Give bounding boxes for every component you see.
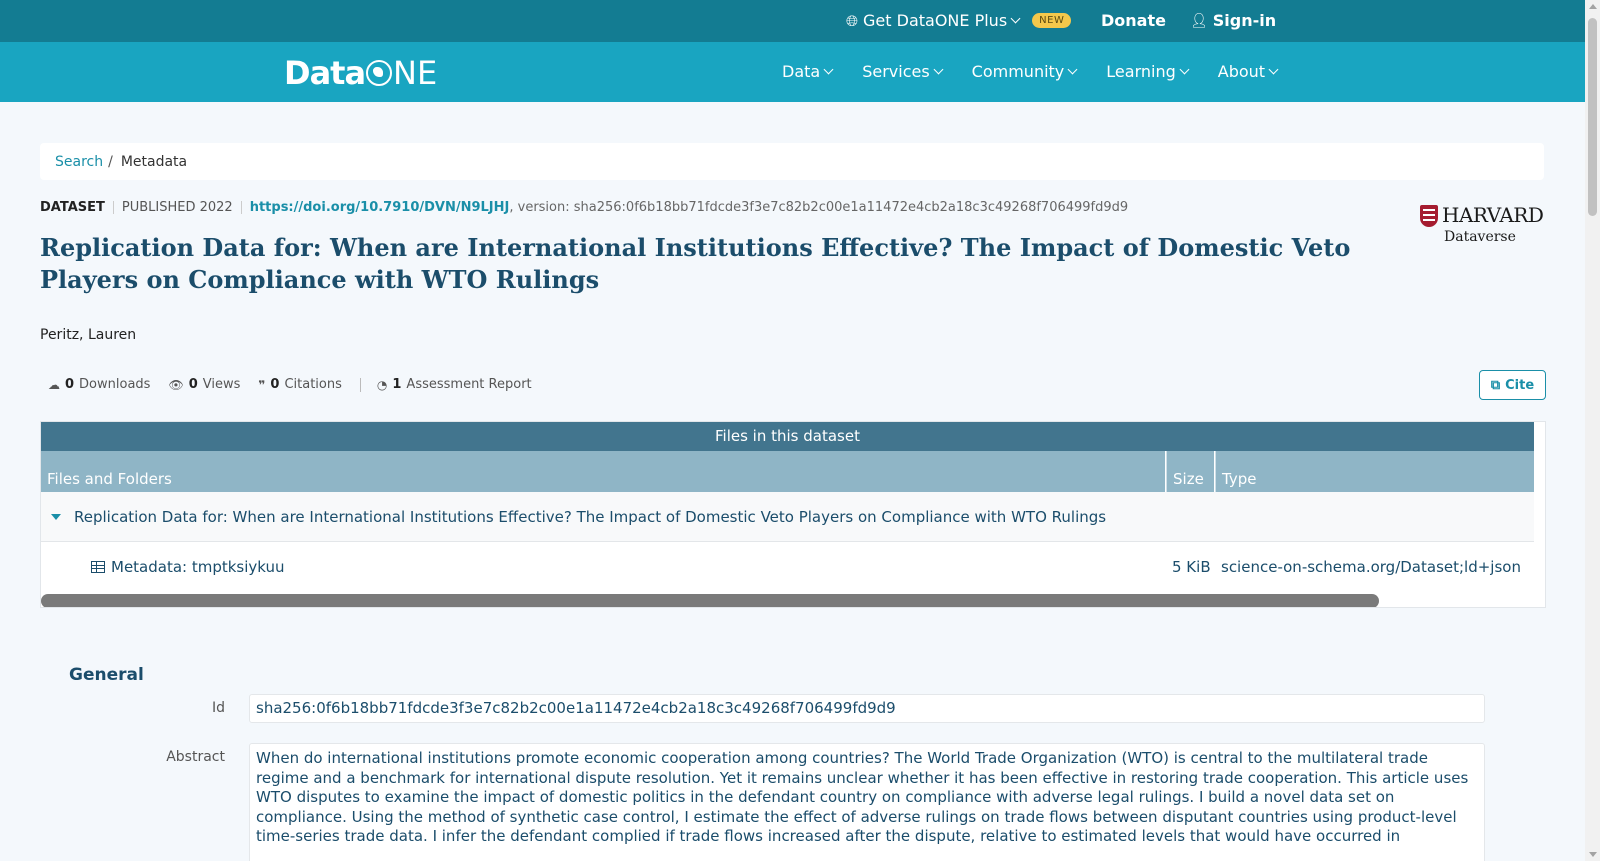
file-name-cell[interactable]: Metadata: tmptksiykuu <box>91 558 285 576</box>
downloads-label: Downloads <box>79 377 151 392</box>
logo-text-data: Data <box>284 54 366 92</box>
column-header-files[interactable]: Files and Folders <box>41 451 1165 492</box>
chevron-down-icon <box>1067 64 1078 75</box>
globe-icon: 🌐︎ <box>846 11 859 30</box>
views-label: Views <box>202 377 241 392</box>
get-plus-label: Get DataONE Plus <box>863 11 1008 30</box>
published-label: PUBLISHED 2022 <box>121 200 233 215</box>
chevron-down-icon <box>933 64 944 75</box>
breadcrumb: Search / Metadata <box>40 143 1544 180</box>
chevron-down-icon <box>1010 13 1021 24</box>
id-value: sha256:0f6b18bb71fdcde3f3e7c82b2c00e1a11… <box>249 694 1485 723</box>
copy-icon: ⧉ <box>1490 377 1501 393</box>
nav-services-label: Services <box>862 62 930 81</box>
cloud-download-icon: ☁︎ <box>48 377 60 392</box>
file-size: 5 KiB <box>1172 558 1211 576</box>
eye-icon: 👁︎ <box>168 377 184 392</box>
get-plus-menu[interactable]: 🌐︎ Get DataONE Plus NEW <box>846 11 1072 30</box>
table-icon <box>91 561 105 573</box>
file-type: science-on-schema.org/Dataset;ld+json <box>1221 558 1521 576</box>
files-table: Files in this dataset Files and Folders … <box>40 421 1546 608</box>
page-scrollbar[interactable] <box>1585 0 1600 861</box>
cite-label: Cite <box>1505 377 1535 393</box>
chevron-down-icon <box>823 64 834 75</box>
new-badge: NEW <box>1032 13 1072 28</box>
donate-link[interactable]: Donate <box>1101 11 1166 30</box>
column-header-type[interactable]: Type <box>1215 451 1534 492</box>
doi-link[interactable]: https://doi.org/10.7910/DVN/N9LJHJ <box>250 200 510 215</box>
caret-down-icon[interactable] <box>51 513 61 520</box>
horizontal-scrollbar-thumb[interactable] <box>41 594 1379 607</box>
file-name: Metadata: tmptksiykuu <box>111 558 285 576</box>
nav-data[interactable]: Data <box>782 62 834 81</box>
dataone-logo[interactable]: Data NE <box>284 54 437 92</box>
column-header-size[interactable]: Size <box>1166 451 1214 492</box>
chevron-down-icon <box>1268 64 1279 75</box>
sign-in-label: Sign-in <box>1212 11 1277 30</box>
quote-icon: ❞ <box>258 377 266 392</box>
nav-community-label: Community <box>971 62 1065 81</box>
assessment-label: Assessment Report <box>406 377 532 392</box>
nav-links: Data Services Community Learning About <box>782 62 1307 81</box>
nav-about[interactable]: About <box>1217 62 1279 81</box>
version-text: , version: sha256:0f6b18bb71fdcde3f3e7c8… <box>509 200 1129 215</box>
id-label: Id <box>211 700 225 716</box>
logo-globe-icon <box>366 60 393 86</box>
assessment-report-link[interactable]: ◔ 1 Assessment Report <box>377 377 532 392</box>
breadcrumb-current: Metadata <box>120 153 188 170</box>
downloads-stat: ☁︎ 0 Downloads <box>48 377 150 392</box>
nav-services[interactable]: Services <box>862 62 944 81</box>
divider <box>112 201 114 214</box>
assessment-count: 1 <box>392 377 402 392</box>
nav-community[interactable]: Community <box>971 62 1078 81</box>
views-stat: 👁︎ 0 Views <box>168 377 240 392</box>
nav-learning[interactable]: Learning <box>1106 62 1190 81</box>
nav-about-label: About <box>1217 62 1266 81</box>
cite-button[interactable]: ⧉ Cite <box>1479 370 1546 400</box>
dataset-title: Replication Data for: When are Internati… <box>40 233 1351 294</box>
top-utility-bar: 🌐︎ Get DataONE Plus NEW Donate 👤︎ Sign-i… <box>0 0 1585 42</box>
dataset-type-label: DATASET <box>40 200 105 215</box>
citations-count: 0 <box>270 377 280 392</box>
dataset-meta-line: DATASET PUBLISHED 2022 https://doi.org/1… <box>40 200 1128 215</box>
dataset-author[interactable]: Peritz, Lauren <box>40 327 136 343</box>
scroll-down-arrow-icon[interactable] <box>1589 852 1597 857</box>
folder-name: Replication Data for: When are Internati… <box>74 507 1107 526</box>
chevron-down-icon <box>1179 64 1190 75</box>
repository-name: HARVARD <box>1442 203 1544 227</box>
divider <box>359 377 361 392</box>
files-table-title: Files in this dataset <box>41 422 1534 451</box>
repository-sub: Dataverse <box>1444 229 1516 245</box>
breadcrumb-separator: / <box>108 153 113 170</box>
main-navbar: Data NE Data Services Community Learning… <box>0 42 1585 102</box>
scrollbar-thumb[interactable] <box>1588 18 1597 216</box>
user-icon: 👤︎ <box>1190 12 1208 29</box>
citations-stat: ❞ 0 Citations <box>258 377 342 392</box>
abstract-value: When do international institutions promo… <box>249 743 1485 861</box>
dashboard-icon: ◔ <box>376 377 388 392</box>
views-count: 0 <box>188 377 198 392</box>
harvard-shield-icon <box>1420 205 1438 227</box>
breadcrumb-search-link[interactable]: Search <box>55 154 103 170</box>
citations-label: Citations <box>284 377 342 392</box>
dataset-stats: ☁︎ 0 Downloads 👁︎ 0 Views ❞ 0 Citations … <box>48 377 550 392</box>
folder-row[interactable]: Replication Data for: When are Internati… <box>41 492 1534 542</box>
donate-label: Donate <box>1101 11 1166 30</box>
section-title-general: General <box>69 665 144 685</box>
file-row[interactable]: Metadata: tmptksiykuu 5 KiB science-on-s… <box>41 543 1534 591</box>
divider <box>240 201 242 214</box>
nav-learning-label: Learning <box>1106 62 1176 81</box>
downloads-count: 0 <box>65 377 75 392</box>
abstract-label: Abstract <box>166 749 225 765</box>
logo-text-ne: NE <box>393 54 438 92</box>
sign-in-link[interactable]: 👤︎ Sign-in <box>1190 11 1276 30</box>
scroll-up-arrow-icon[interactable] <box>1589 4 1597 9</box>
nav-data-label: Data <box>782 62 821 81</box>
